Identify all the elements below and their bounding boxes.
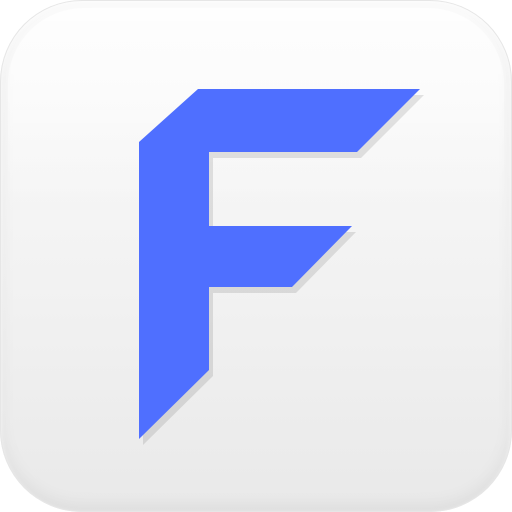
f-logo-shape	[139, 89, 420, 439]
f-logo-icon	[139, 89, 424, 445]
app-icon-tile	[0, 0, 512, 512]
icon-canvas	[0, 0, 512, 512]
